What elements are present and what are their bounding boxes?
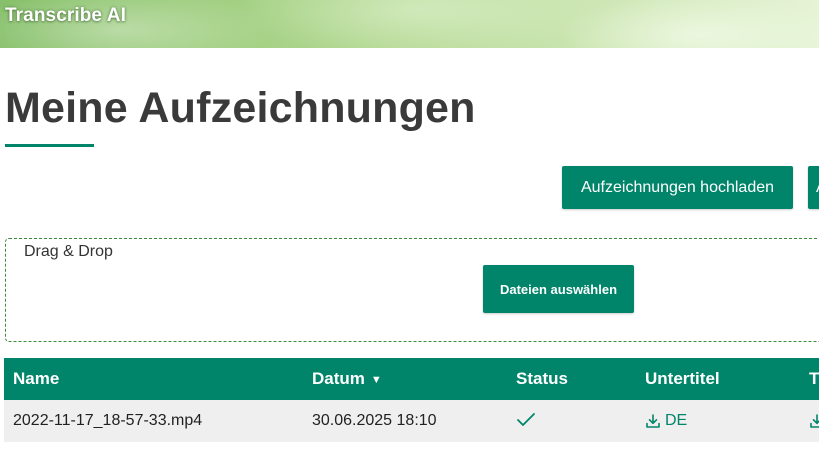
cell-name[interactable]: 2022-11-17_18-57-33.mp4 — [13, 400, 202, 442]
title-underline — [5, 144, 94, 147]
download-icon — [810, 414, 819, 428]
upload-recordings-button[interactable]: Aufzeichnungen hochladen — [562, 166, 793, 209]
brand-logo[interactable]: Transcribe AI — [5, 5, 126, 27]
cell-transcript — [809, 400, 819, 442]
dropzone-label: Drag & Drop — [24, 243, 113, 260]
select-files-button[interactable]: Dateien auswählen — [483, 265, 634, 313]
secondary-action-button[interactable]: A — [808, 166, 819, 209]
table-header: Name Datum ▼ Status Untertitel T — [4, 358, 819, 400]
cell-date: 30.06.2025 18:10 — [312, 412, 437, 429]
sort-down-icon[interactable]: ▼ — [371, 359, 382, 401]
column-header-subtitles[interactable]: Untertitel — [645, 358, 720, 400]
subtitle-download-de[interactable]: DE — [645, 400, 687, 442]
column-header-transcript[interactable]: T — [809, 358, 819, 400]
column-header-status[interactable]: Status — [516, 358, 568, 400]
subtitle-lang-label: DE — [665, 412, 688, 429]
page: Transcribe AI Meine Aufzeichnungen Aufze… — [0, 0, 819, 461]
page-title: Meine Aufzeichnungen — [5, 84, 476, 132]
header-banner: Transcribe AI — [0, 0, 819, 48]
cell-subtitles: DE — [645, 400, 687, 442]
recordings-table: Name Datum ▼ Status Untertitel T 2022-11-… — [4, 358, 819, 442]
table-row[interactable]: 2022-11-17_18-57-33.mp4 30.06.2025 18:10… — [4, 400, 819, 442]
download-icon — [646, 414, 660, 428]
cell-status — [516, 400, 538, 442]
column-header-name[interactable]: Name — [13, 358, 59, 400]
transcript-download[interactable] — [809, 400, 819, 442]
dropzone[interactable]: Drag & Drop Dateien auswählen — [5, 238, 819, 342]
column-header-date[interactable]: Datum ▼ — [312, 358, 382, 400]
check-icon — [516, 400, 538, 442]
